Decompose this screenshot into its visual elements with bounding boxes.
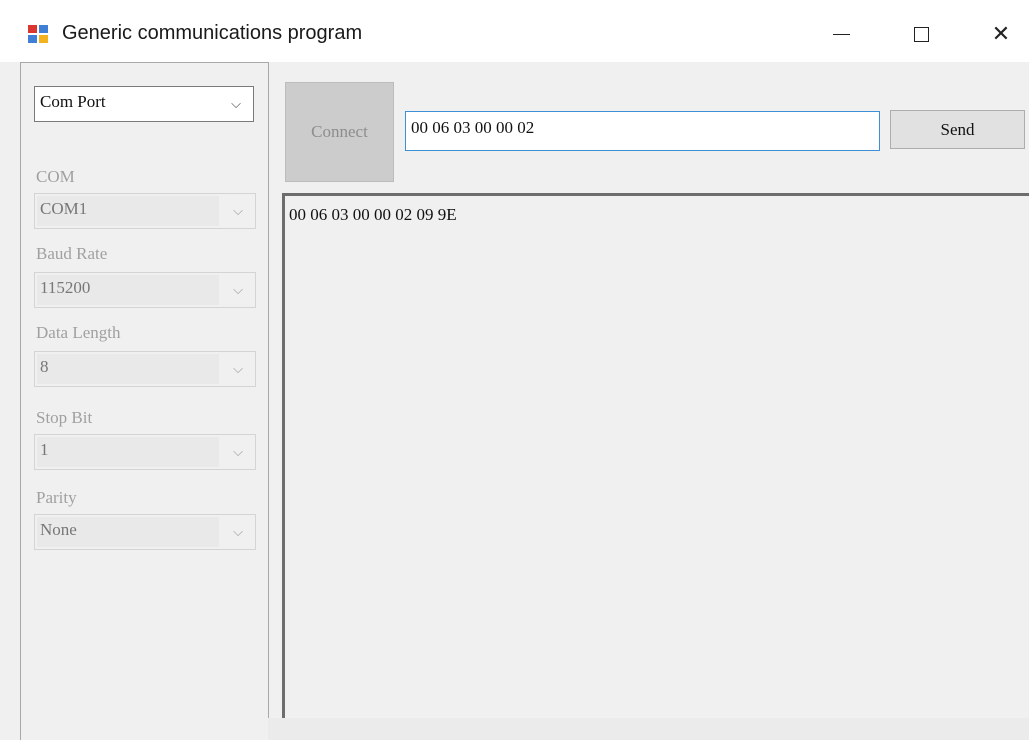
baud-rate-label: Baud Rate xyxy=(36,244,108,263)
send-button[interactable]: Send xyxy=(890,110,1025,149)
com-value: COM1 xyxy=(40,199,88,218)
window-title: Generic communications program xyxy=(62,22,363,44)
minimize-icon xyxy=(832,33,850,35)
chevron-down-icon: ⌵ xyxy=(233,361,243,377)
parity-label: Parity xyxy=(36,488,77,507)
connection-type-value: Com Port xyxy=(40,92,106,111)
stop-bit-select[interactable]: 1 ⌵ xyxy=(34,434,256,470)
received-data-text: 00 06 03 00 00 02 09 9E xyxy=(289,205,457,224)
parity-select[interactable]: None ⌵ xyxy=(34,514,256,550)
app-window-icon xyxy=(28,25,50,45)
maximize-button[interactable] xyxy=(898,14,944,54)
connection-settings-panel xyxy=(20,62,269,740)
chevron-down-icon: ⌵ xyxy=(233,444,243,460)
baud-rate-value: 115200 xyxy=(40,278,91,297)
close-button[interactable]: ✕ xyxy=(978,14,1024,54)
connect-button[interactable]: Connect xyxy=(285,82,394,182)
status-strip xyxy=(268,718,1029,740)
chevron-down-icon: ⌵ xyxy=(233,524,243,540)
app-window: Generic communications program ✕ Com Por… xyxy=(0,0,1029,740)
minimize-button[interactable] xyxy=(818,14,864,54)
chevron-down-icon: ⌵ xyxy=(233,203,243,219)
connection-type-select[interactable]: Com Port ⌵ xyxy=(34,86,254,122)
parity-value: None xyxy=(40,520,77,539)
close-icon: ✕ xyxy=(991,21,1011,47)
com-select[interactable]: COM1 ⌵ xyxy=(34,193,256,229)
chevron-down-icon: ⌵ xyxy=(231,96,241,112)
send-data-input[interactable]: 00 06 03 00 00 02 xyxy=(405,111,880,151)
data-length-select[interactable]: 8 ⌵ xyxy=(34,351,256,387)
stop-bit-value: 1 xyxy=(40,440,49,459)
com-label: COM xyxy=(36,167,75,186)
stop-bit-label: Stop Bit xyxy=(36,408,93,427)
baud-rate-select[interactable]: 115200 ⌵ xyxy=(34,272,256,308)
chevron-down-icon: ⌵ xyxy=(233,282,243,298)
data-length-value: 8 xyxy=(40,357,49,376)
received-data-textbox[interactable]: 00 06 03 00 00 02 09 9E xyxy=(282,193,1029,718)
maximize-icon xyxy=(913,26,929,42)
data-length-label: Data Length xyxy=(36,323,121,342)
title-bar[interactable]: Generic communications program ✕ xyxy=(0,0,1029,62)
